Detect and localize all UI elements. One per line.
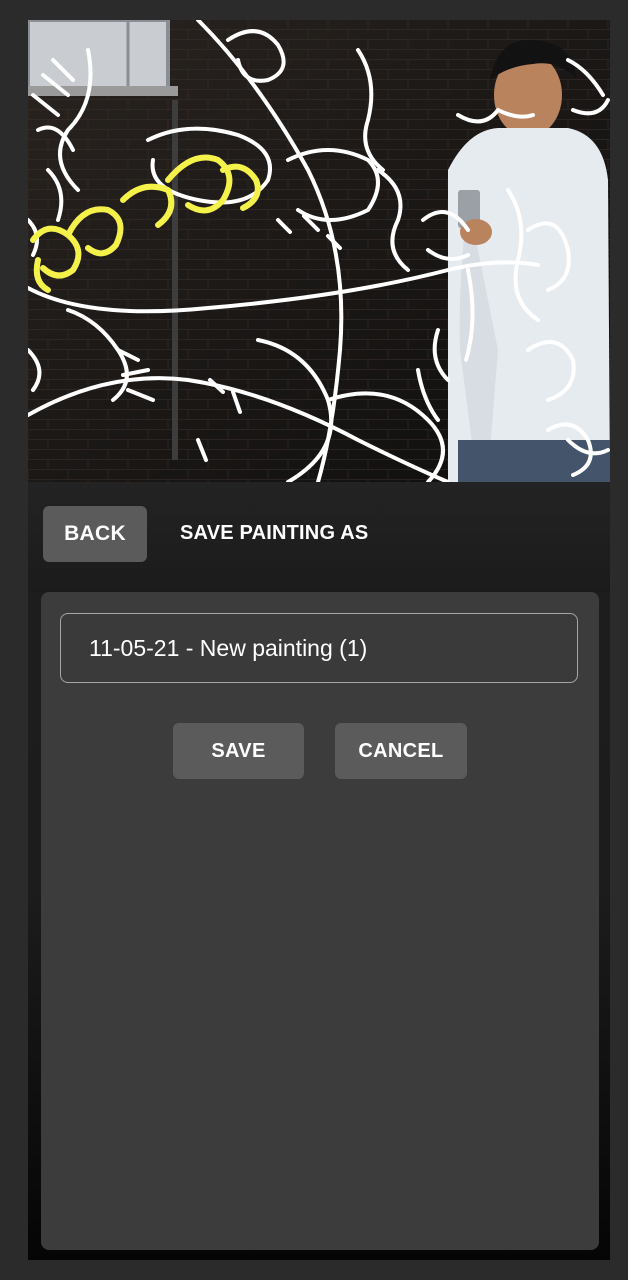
dialog-title: SAVE PAINTING AS <box>180 522 369 544</box>
pipe-shape <box>172 100 178 460</box>
page: BACK SAVE PAINTING AS SAVE CANCEL <box>0 0 628 1280</box>
save-button[interactable]: SAVE <box>173 723 304 779</box>
back-button[interactable]: BACK <box>43 506 147 562</box>
painting-preview <box>28 20 610 482</box>
cancel-button[interactable]: CANCEL <box>335 723 467 779</box>
app-frame: BACK SAVE PAINTING AS SAVE CANCEL <box>28 20 610 1260</box>
save-dialog-panel: SAVE CANCEL <box>41 592 599 1250</box>
painting-name-input[interactable] <box>60 613 578 683</box>
header-bar: BACK SAVE PAINTING AS <box>28 482 610 592</box>
window-shape <box>28 20 178 96</box>
painting-canvas <box>28 20 610 482</box>
